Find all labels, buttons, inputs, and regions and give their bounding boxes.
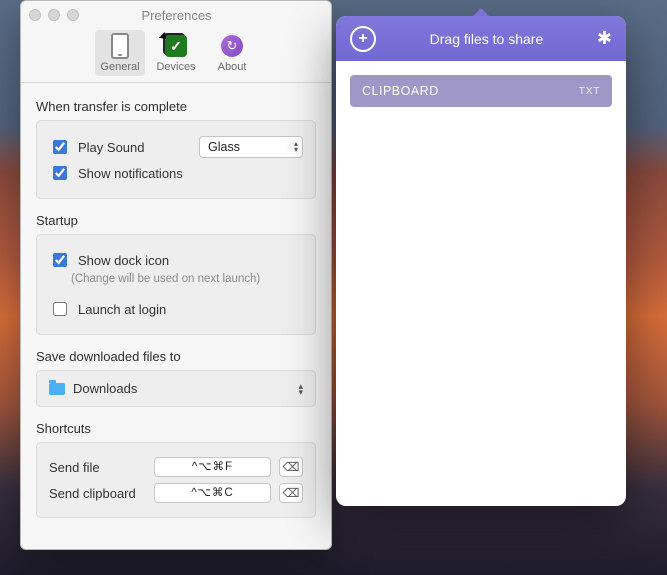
- close-window-button[interactable]: [29, 9, 41, 21]
- share-popover: + Drag files to share ✱ CLIPBOARD TXT: [336, 16, 626, 506]
- share-header-text: Drag files to share: [376, 31, 597, 47]
- show-dock-icon-label: Show dock icon: [78, 253, 169, 268]
- clear-icon: ⌫: [283, 460, 300, 474]
- clipboard-item-tag: TXT: [579, 85, 600, 97]
- clipboard-item-name: CLIPBOARD: [362, 84, 439, 98]
- launch-at-login-label: Launch at login: [78, 302, 166, 317]
- clipboard-item[interactable]: CLIPBOARD TXT: [350, 75, 612, 107]
- tab-general-label: General: [95, 61, 145, 73]
- tab-devices[interactable]: Devices: [151, 30, 201, 76]
- save-folder-name: Downloads: [73, 381, 137, 396]
- phone-icon: [111, 33, 129, 59]
- save-folder-select[interactable]: Downloads ▴▾: [36, 370, 316, 407]
- share-header: + Drag files to share ✱: [336, 16, 626, 61]
- devices-icon: [165, 35, 187, 57]
- content-area: When transfer is complete Play Sound Gla…: [21, 83, 331, 549]
- preferences-window: Preferences General Devices ↻ About When…: [20, 0, 332, 550]
- play-sound-label: Play Sound: [78, 140, 145, 155]
- plus-icon: +: [358, 30, 367, 48]
- show-notifications-checkbox[interactable]: [53, 166, 67, 180]
- transfer-section: Play Sound Glass ▴▾ Show notifications: [36, 120, 316, 199]
- send-clipboard-shortcut-field[interactable]: ^⌥⌘C: [154, 483, 271, 503]
- sound-select-value: Glass: [208, 140, 240, 154]
- tab-about[interactable]: ↻ About: [207, 30, 257, 76]
- gear-icon: ✱: [597, 28, 612, 48]
- shortcuts-section: Send file ^⌥⌘F ⌫ Send clipboard ^⌥⌘C ⌫: [36, 442, 316, 518]
- launch-at-login-checkbox[interactable]: [53, 302, 67, 316]
- dock-icon-note: (Change will be used on next launch): [71, 273, 303, 285]
- show-notifications-label: Show notifications: [78, 166, 183, 181]
- tab-about-label: About: [207, 61, 257, 73]
- send-file-clear-button[interactable]: ⌫: [279, 457, 303, 477]
- toolbar: General Devices ↻ About: [21, 26, 331, 83]
- send-file-label: Send file: [49, 460, 154, 475]
- shortcuts-heading: Shortcuts: [36, 421, 316, 436]
- titlebar[interactable]: Preferences: [21, 1, 331, 26]
- send-clipboard-label: Send clipboard: [49, 486, 154, 501]
- send-file-shortcut-field[interactable]: ^⌥⌘F: [154, 457, 271, 477]
- window-title: Preferences: [86, 8, 267, 23]
- clear-icon: ⌫: [283, 486, 300, 500]
- chevron-updown-icon: ▴▾: [294, 141, 298, 153]
- add-button[interactable]: +: [350, 26, 376, 52]
- folder-icon: [49, 383, 65, 395]
- minimize-window-button[interactable]: [48, 9, 60, 21]
- send-clipboard-clear-button[interactable]: ⌫: [279, 483, 303, 503]
- tab-devices-label: Devices: [151, 61, 201, 73]
- startup-section: Show dock icon (Change will be used on n…: [36, 234, 316, 335]
- sound-select[interactable]: Glass ▴▾: [199, 136, 303, 158]
- about-icon: ↻: [221, 35, 243, 57]
- startup-heading: Startup: [36, 213, 316, 228]
- show-dock-icon-checkbox[interactable]: [53, 253, 67, 267]
- play-sound-checkbox[interactable]: [53, 140, 67, 154]
- chevron-updown-icon: ▴▾: [298, 383, 303, 395]
- transfer-heading: When transfer is complete: [36, 99, 316, 114]
- settings-button[interactable]: ✱: [597, 28, 612, 49]
- tab-general[interactable]: General: [95, 30, 145, 76]
- zoom-window-button[interactable]: [67, 9, 79, 21]
- save-heading: Save downloaded files to: [36, 349, 316, 364]
